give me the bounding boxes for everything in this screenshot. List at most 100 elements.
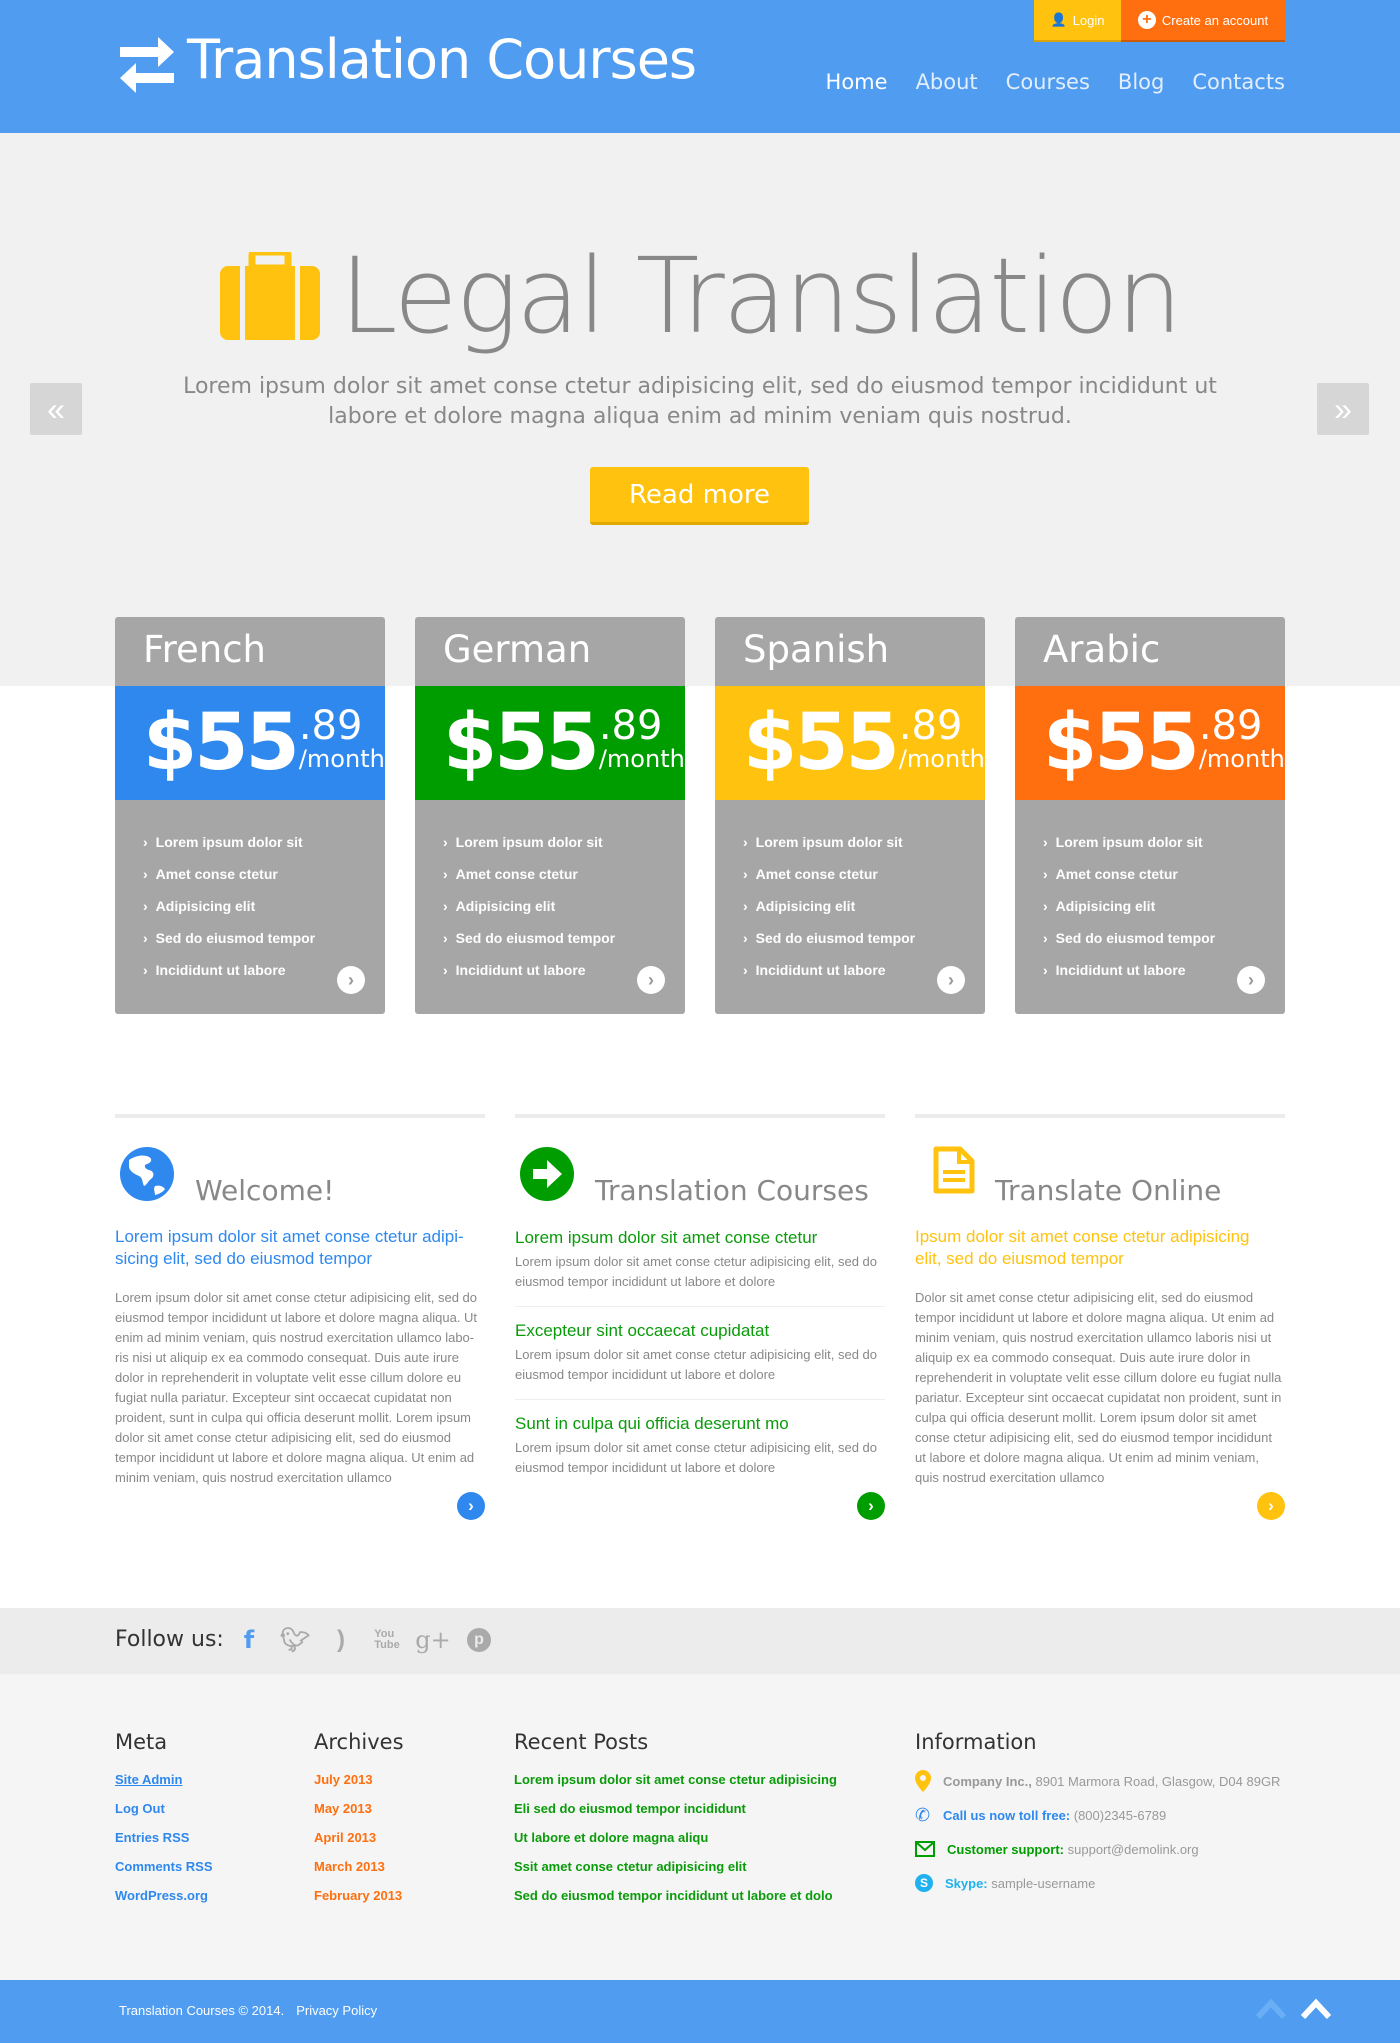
archive-link[interactable]: March 2013 — [314, 1859, 404, 1888]
pricing-card-arabic: Arabic $55 .89/month › Lorem ipsum dolor … — [1015, 617, 1285, 1014]
facebook-icon[interactable]: f — [234, 1624, 264, 1656]
document-icon — [933, 1146, 975, 1194]
pricing-card-german: German $55 .89/month › Lorem ipsum dolor … — [415, 617, 685, 1014]
twitter-icon[interactable]: 🐦︎ — [280, 1624, 310, 1656]
recent-post-link[interactable]: Ut labore et dolore magna aliqu — [514, 1830, 837, 1859]
plan-feature: › Adipisicing elit — [443, 890, 685, 922]
chevron-right-icon: › — [743, 834, 748, 850]
feature-title: Translation Courses — [595, 1174, 869, 1207]
chevron-right-icon: › — [1043, 834, 1048, 850]
nav-courses[interactable]: Courses — [1006, 70, 1090, 94]
feature-lead: Ipsum dolor sit amet conse ctetur adipis… — [915, 1227, 1250, 1268]
price-period: /month — [1198, 745, 1285, 773]
plan-feature-text: Sed do eiusmod tempor — [1055, 930, 1216, 946]
google-plus-icon[interactable]: g+ — [415, 1624, 450, 1656]
footer-link[interactable]: Site Admin — [115, 1772, 213, 1801]
archive-link[interactable]: April 2013 — [314, 1830, 404, 1859]
info-value[interactable]: support@demolink.org — [1068, 1842, 1199, 1857]
archive-link[interactable]: July 2013 — [314, 1772, 404, 1801]
chevron-right-icon: › — [743, 898, 748, 914]
copyright: Translation Courses © 2014. Privacy Polic… — [119, 2003, 377, 2018]
chevron-right-icon: › — [443, 930, 448, 946]
chevron-right-circle-icon[interactable]: › — [1257, 1492, 1285, 1520]
plan-language: German — [443, 628, 592, 671]
header: Translation Courses 👤 Login + Create an ac… — [0, 0, 1400, 133]
chevron-right-icon: › — [443, 834, 448, 850]
price-period: /month — [898, 745, 985, 773]
chevron-right-circle-icon[interactable]: › — [637, 966, 665, 994]
recent-post-link[interactable]: Ssit amet conse ctetur adipisicing elit — [514, 1859, 837, 1888]
plan-price: $55 .89/month — [1015, 686, 1285, 800]
chevron-right-circle-icon[interactable]: › — [937, 966, 965, 994]
footer-link[interactable]: WordPress.org — [115, 1888, 213, 1917]
chevron-right-icon: › — [443, 962, 448, 978]
phone-icon: ✆ — [915, 1804, 931, 1825]
plan-language: French — [143, 628, 266, 671]
footer-link[interactable]: Entries RSS — [115, 1830, 213, 1859]
prev-slide-button[interactable]: « — [30, 383, 82, 435]
chevron-up-icon — [1255, 1998, 1287, 2020]
create-account-label: Create an account — [1161, 12, 1269, 28]
post-text: Lorem ipsum dolor sit amet conse ctetur … — [515, 1254, 878, 1289]
youtube-icon[interactable]: You Tube — [372, 1624, 402, 1656]
plan-feature-text: Amet conse ctetur — [755, 866, 878, 882]
hero-description: Lorem ipsum dolor sit amet conse ctetur … — [183, 374, 1217, 429]
archive-link[interactable]: May 2013 — [314, 1801, 404, 1830]
pinterest-icon[interactable]: p — [464, 1624, 494, 1656]
plan-feature: › Adipisicing elit — [143, 890, 385, 922]
next-slide-button[interactable]: » — [1317, 383, 1369, 435]
footer-heading: Meta — [115, 1730, 168, 1754]
chevron-right-icon: › — [743, 866, 748, 882]
post-title[interactable]: Excepteur sint occaecat cupidatat — [515, 1319, 885, 1343]
recent-post-link[interactable]: Lorem ipsum dolor sit amet conse ctetur … — [514, 1772, 837, 1801]
login-button[interactable]: 👤 Login — [1034, 0, 1121, 42]
plan-feature: › Amet conse ctetur — [743, 858, 985, 890]
logo[interactable]: Translation Courses — [187, 28, 697, 91]
plan-features: › Lorem ipsum dolor sit › Amet conse ctetur… — [715, 800, 985, 986]
briefcase-icon — [219, 252, 320, 340]
nav-contacts[interactable]: Contacts — [1192, 70, 1285, 94]
scroll-to-top-button[interactable] — [1300, 1998, 1332, 2020]
chevron-right-circle-icon[interactable]: › — [457, 1492, 485, 1520]
nav-blog[interactable]: Blog — [1118, 70, 1164, 94]
post-title[interactable]: Sunt in culpa qui officia deserunt mo — [515, 1412, 885, 1436]
footer-link[interactable]: Log Out — [115, 1801, 213, 1830]
plan-feature-text: Adipisicing elit — [455, 898, 556, 914]
footer-link[interactable]: Comments RSS — [115, 1859, 213, 1888]
chevron-right-circle-icon[interactable]: › — [857, 1492, 885, 1520]
course-post: Excepteur sint occaecat cupidatat Lorem … — [515, 1319, 885, 1400]
create-account-button[interactable]: + Create an account — [1121, 0, 1285, 42]
plan-feature-text: Incididunt ut labore — [455, 962, 586, 978]
nav-about[interactable]: About — [916, 70, 978, 94]
arrow-right-circle-icon — [520, 1147, 574, 1201]
plan-feature: › Lorem ipsum dolor sit — [743, 826, 985, 858]
nav-home[interactable]: Home — [826, 70, 888, 94]
plan-feature-text: Sed do eiusmod tempor — [455, 930, 616, 946]
hero-title-text: Legal Translation — [339, 235, 1183, 357]
chevron-right-icon: › — [143, 898, 148, 914]
info-label: Company Inc., — [943, 1773, 1032, 1789]
feature-body: Lorem ipsum dolor sit amet conse ctetur … — [115, 1290, 478, 1485]
plan-language: Spanish — [743, 628, 890, 671]
recent-post-link[interactable]: Sed do eiusmod tempor incididunt ut labo… — [514, 1888, 837, 1917]
price-period: /month — [298, 745, 385, 773]
follow-bar: Follow us: f 🐦︎ ) You Tube g+ p — [0, 1608, 1400, 1674]
footer-archives: Archives July 2013 May 2013 April 2013 M… — [314, 1730, 404, 1917]
plan-features: › Lorem ipsum dolor sit › Amet conse ctetur… — [1015, 800, 1285, 986]
archive-link[interactable]: February 2013 — [314, 1888, 404, 1917]
price-amount: $55 — [743, 698, 900, 788]
privacy-policy-link[interactable]: Privacy Policy — [296, 2003, 377, 2018]
read-more-button[interactable]: Read more — [590, 467, 809, 525]
rss-icon[interactable]: ) — [326, 1624, 356, 1656]
plan-features: › Lorem ipsum dolor sit › Amet conse ctetur… — [115, 800, 385, 986]
info-label: Customer support: — [947, 1841, 1064, 1857]
info-phone: ✆ Call us now toll free: (800)2345-6789 — [915, 1798, 1280, 1832]
post-title[interactable]: Lorem ipsum dolor sit amet conse ctetur — [515, 1226, 885, 1250]
chevron-right-circle-icon[interactable]: › — [337, 966, 365, 994]
plus-circle-icon: + — [1137, 11, 1156, 29]
chevron-right-icon: › — [743, 930, 748, 946]
chevron-right-circle-icon[interactable]: › — [1237, 966, 1265, 994]
plan-feature-text: Lorem ipsum dolor sit — [455, 834, 603, 850]
recent-post-link[interactable]: Eli sed do eiusmod tempor incididunt — [514, 1801, 837, 1830]
post-text: Lorem ipsum dolor sit amet conse ctetur … — [515, 1440, 878, 1475]
